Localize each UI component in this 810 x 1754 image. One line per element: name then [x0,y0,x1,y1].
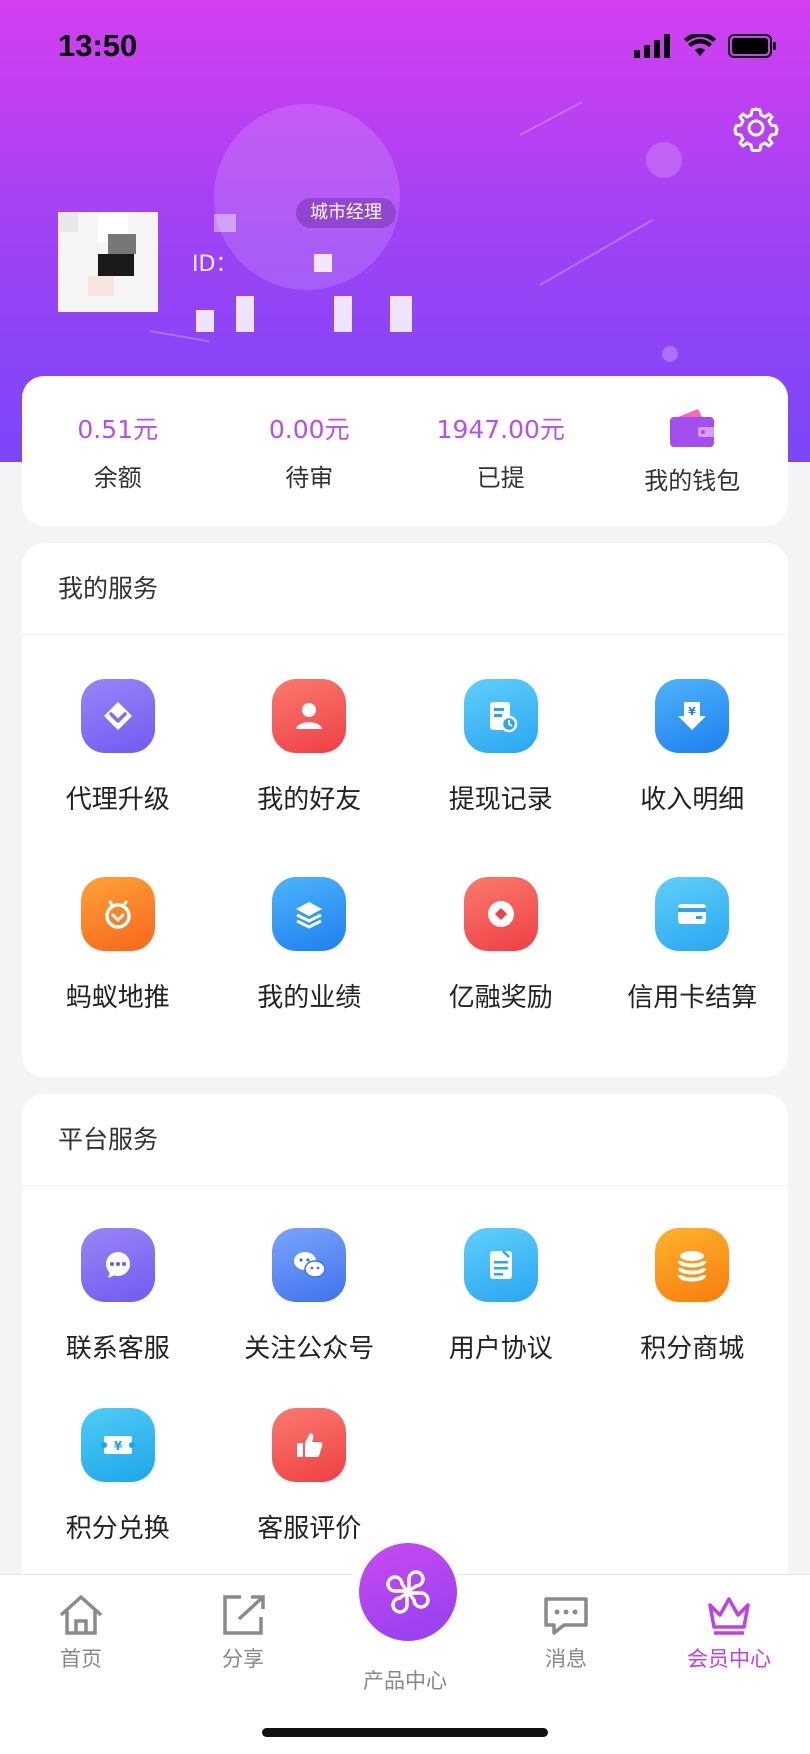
my-services-panel: 我的服务 代理升级 我的好友 提现记录 ¥ 收入明细 蚂蚁地推 我的业绩 亿融奖… [22,543,788,1077]
wallet-balance-label: 余额 [93,463,142,492]
status-time: 13:50 [58,28,138,63]
home-icon [59,1595,103,1635]
service-user-agreement[interactable]: 用户协议 [405,1186,597,1386]
decorative-line [519,101,583,136]
tab-home-label: 首页 [60,1647,102,1671]
service-label: 蚂蚁地推 [65,983,170,1013]
tab-home[interactable]: 首页 [11,1593,151,1673]
svg-text:¥: ¥ [688,705,696,718]
decorative-circle [646,142,682,178]
tab-products[interactable]: 产品中心 [335,1659,475,1695]
status-icons [634,34,778,58]
settings-button[interactable] [732,104,780,153]
reward-icon [463,877,538,951]
ant-icon [80,877,155,951]
service-my-performance[interactable]: 我的业绩 [214,857,406,1077]
my-services-grid: 代理升级 我的好友 提现记录 ¥ 收入明细 蚂蚁地推 我的业绩 亿融奖励 信用卡… [22,635,788,1077]
gear-icon [733,107,779,153]
wallet-withdrawn[interactable]: 1947.00元 已提 [405,376,597,526]
service-points-mall[interactable]: 积分商城 [597,1186,789,1386]
crown-icon [708,1597,750,1635]
service-yirong-reward[interactable]: 亿融奖励 [405,857,597,1077]
wallet-icon [670,408,715,447]
wallet-withdrawn-value: 1947.00元 [436,414,565,444]
tab-member-center[interactable]: 会员中心 [659,1593,799,1673]
my-services-title: 我的服务 [22,543,788,635]
tab-member-center-label: 会员中心 [687,1647,771,1671]
wallet-pending-label: 待审 [285,463,334,492]
user-id-label: ID： [192,252,238,277]
service-my-friends[interactable]: 我的好友 [214,635,406,857]
phone-redacted [196,310,214,332]
service-label: 积分兑换 [65,1514,170,1544]
phone-redacted [390,296,412,332]
platform-services-title: 平台服务 [22,1094,788,1186]
user-icon [272,679,347,753]
service-label: 我的好友 [257,785,362,815]
service-label: 提现记录 [448,785,553,815]
tab-messages-label: 消息 [545,1647,587,1671]
service-follow-official-account[interactable]: 关注公众号 [214,1186,406,1386]
thumbs-up-icon [272,1408,347,1482]
tab-share[interactable]: 分享 [173,1593,313,1673]
service-label: 用户协议 [448,1334,553,1364]
service-label: 客服评价 [257,1514,362,1544]
username-redacted [314,254,332,272]
my-wallet-button[interactable]: 我的钱包 [597,376,789,526]
service-label: 亿融奖励 [448,983,553,1013]
tab-share-label: 分享 [222,1647,264,1671]
service-agent-upgrade[interactable]: 代理升级 [22,635,214,857]
diamond-icon [80,679,155,753]
service-income-details[interactable]: ¥ 收入明细 [597,635,789,857]
wallet-pending[interactable]: 0.00元 待审 [214,376,406,526]
service-label: 我的业绩 [257,983,362,1013]
exchange-icon: ¥ [80,1408,155,1482]
username-redacted [214,214,236,232]
wallet-summary-card: 0.51元 余额 0.00元 待审 1947.00元 已提 我的钱包 [22,376,788,526]
service-withdraw-records[interactable]: 提现记录 [405,635,597,857]
decorative-line [539,219,654,286]
service-contact-support[interactable]: 联系客服 [22,1186,214,1386]
service-label: 收入明细 [640,785,745,815]
clover-grid-icon [386,1570,430,1614]
tab-products-label: 产品中心 [363,1669,447,1693]
service-label: 联系客服 [65,1334,170,1364]
layers-icon [272,877,347,951]
products-center-button[interactable] [359,1543,457,1641]
service-label: 代理升级 [65,785,170,815]
decorative-circle [662,346,678,362]
credit-card-icon [655,877,730,951]
home-indicator [262,1728,548,1737]
battery-icon [728,34,776,58]
wallet-pending-value: 0.00元 [268,414,350,444]
message-icon [544,1597,588,1635]
decorative-circle [214,104,400,290]
wifi-icon [684,34,716,56]
tab-messages[interactable]: 消息 [496,1593,636,1673]
service-label: 关注公众号 [244,1334,375,1364]
wallet-balance[interactable]: 0.51元 余额 [22,376,214,526]
avatar[interactable] [58,212,158,312]
phone-redacted [236,296,254,332]
agreement-icon [463,1228,538,1302]
wallet-withdrawn-label: 已提 [476,463,525,492]
wechat-icon [272,1228,347,1302]
wallet-balance-value: 0.51元 [77,414,159,444]
my-wallet-label: 我的钱包 [644,466,741,495]
phone-redacted [334,296,352,332]
chat-icon [80,1228,155,1302]
record-icon [463,679,538,753]
service-credit-card-settlement[interactable]: 信用卡结算 [597,857,789,1077]
service-ant-promotion[interactable]: 蚂蚁地推 [22,857,214,1077]
service-label: 信用卡结算 [627,983,758,1013]
signal-icon [634,34,670,58]
coins-icon [655,1228,730,1302]
role-badge: 城市经理 [296,198,396,228]
share-icon [223,1595,265,1635]
yen-download-icon: ¥ [655,679,730,753]
service-label: 积分商城 [640,1334,745,1364]
status-bar: 13:50 [0,0,810,100]
svg-text:¥: ¥ [114,1439,123,1453]
